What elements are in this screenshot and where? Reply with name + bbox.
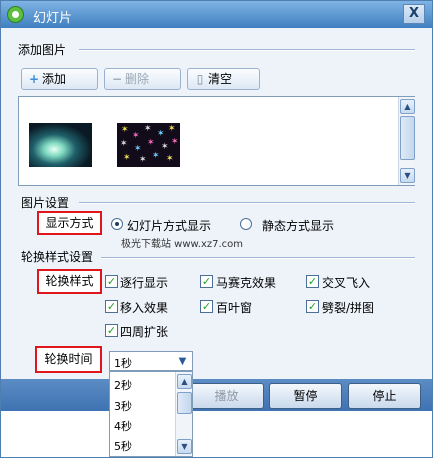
slideshow-window: 幻灯片 X 添加图片 + 添加 − 删除 ▯ 清空 ✶ ✶ ✶ ✶ ✶ ✶ ✶ ✶ ✶… [0, 0, 433, 458]
sparkle-icon: ✶ [166, 154, 174, 164]
section-divider [79, 49, 415, 51]
image-thumbnail[interactable] [29, 123, 92, 167]
gallery-scrollbar[interactable]: ▲ ▼ [398, 97, 415, 185]
add-images-section-title: 添加图片 [18, 43, 67, 57]
dropdown-option[interactable]: 3秒 [114, 398, 132, 414]
split-puzzle-label[interactable]: 劈裂/拼图 [322, 299, 374, 316]
sparkle-icon: ✶ [123, 153, 131, 163]
cross-fly-in-checkbox[interactable]: ✓ [306, 275, 319, 288]
section-divider [79, 202, 415, 204]
plus-icon: + [28, 72, 40, 86]
sparkle-icon: ✶ [161, 142, 169, 152]
window-title: 幻灯片 [33, 11, 73, 26]
sparkle-icon: ✶ [121, 125, 129, 135]
play-button[interactable]: 播放 [189, 383, 264, 409]
mosaic-label[interactable]: 马赛克效果 [216, 274, 276, 291]
app-icon [7, 6, 24, 23]
clear-button[interactable]: ▯ 清空 [187, 68, 260, 90]
clear-button-label: 清空 [208, 72, 233, 86]
close-button[interactable]: X [403, 4, 425, 24]
scroll-thumb[interactable] [400, 116, 415, 160]
sparkle-icon: ✶ [144, 124, 152, 134]
scroll-down-icon[interactable]: ▼ [177, 439, 192, 454]
transition-time-value: 1秒 [114, 357, 132, 370]
sparkle-icon: ✶ [157, 129, 165, 139]
row-by-row-label[interactable]: 逐行显示 [120, 274, 168, 291]
scroll-up-icon[interactable]: ▲ [177, 374, 192, 389]
add-button[interactable]: + 添加 [21, 68, 98, 90]
move-in-checkbox[interactable]: ✓ [105, 300, 118, 313]
dropdown-option[interactable]: 5秒 [114, 438, 132, 454]
static-mode-label[interactable]: 静态方式显示 [262, 217, 334, 234]
section-divider [101, 257, 415, 259]
trash-icon: ▯ [196, 72, 204, 86]
split-puzzle-checkbox[interactable]: ✓ [306, 300, 319, 313]
image-gallery[interactable]: ✶ ✶ ✶ ✶ ✶ ✶ ✶ ✶ ✶ ✶ ✶ ✶ ✶ ✶ ▲ ▼ [18, 96, 415, 186]
transition-time-dropdown[interactable]: 2秒 3秒 4秒 5秒 ▲ ▼ [109, 371, 193, 457]
transition-style-label: 轮换样式 [37, 269, 102, 294]
dropdown-option[interactable]: 2秒 [114, 377, 132, 393]
row-by-row-checkbox[interactable]: ✓ [105, 275, 118, 288]
display-mode-label: 显示方式 [37, 211, 102, 235]
slideshow-mode-label[interactable]: 幻灯片方式显示 [127, 217, 211, 234]
blinds-label[interactable]: 百叶窗 [216, 299, 252, 316]
transition-time-label: 轮换时间 [35, 346, 102, 373]
expand-checkbox[interactable]: ✓ [105, 324, 118, 337]
watermark-text: 极光下载站 www.xz7.com [121, 239, 244, 250]
title-bar[interactable]: 幻灯片 X [1, 1, 432, 28]
delete-button[interactable]: − 删除 [104, 68, 181, 90]
sparkle-icon: ✶ [168, 124, 176, 134]
chevron-down-icon[interactable]: ▼ [175, 354, 190, 369]
sparkle-icon: ✶ [171, 137, 179, 147]
stop-button[interactable]: 停止 [348, 383, 421, 409]
scroll-thumb[interactable] [177, 392, 192, 414]
sparkle-icon: ✶ [134, 144, 142, 154]
add-button-label: 添加 [42, 72, 67, 86]
pause-button[interactable]: 暂停 [269, 383, 342, 409]
mosaic-checkbox[interactable]: ✓ [200, 275, 213, 288]
blinds-checkbox[interactable]: ✓ [200, 300, 213, 313]
image-settings-section-title: 图片设置 [21, 196, 70, 210]
transition-time-select[interactable]: 1秒 ▼ [109, 351, 193, 371]
sparkle-icon: ✶ [120, 139, 128, 149]
scroll-down-icon[interactable]: ▼ [400, 168, 415, 183]
dropdown-option[interactable]: 4秒 [114, 418, 132, 434]
dropdown-scrollbar[interactable]: ▲ ▼ [175, 372, 192, 456]
sparkle-icon: ✶ [152, 151, 160, 161]
static-mode-radio[interactable] [240, 218, 252, 230]
sparkle-icon: ✶ [147, 138, 155, 148]
sparkle-icon: ✶ [132, 131, 140, 141]
slideshow-mode-radio[interactable] [111, 218, 123, 230]
scroll-up-icon[interactable]: ▲ [400, 99, 415, 114]
minus-icon: − [111, 72, 123, 86]
window-bottom [1, 411, 432, 457]
cross-fly-in-label[interactable]: 交叉飞入 [322, 274, 370, 291]
delete-button-label: 删除 [125, 72, 150, 86]
image-thumbnail[interactable]: ✶ ✶ ✶ ✶ ✶ ✶ ✶ ✶ ✶ ✶ ✶ ✶ ✶ ✶ [117, 123, 180, 167]
sparkle-icon: ✶ [139, 155, 147, 165]
expand-label[interactable]: 四周扩张 [120, 323, 168, 340]
transition-section-title: 轮换样式设置 [21, 250, 94, 264]
move-in-label[interactable]: 移入效果 [120, 299, 168, 316]
